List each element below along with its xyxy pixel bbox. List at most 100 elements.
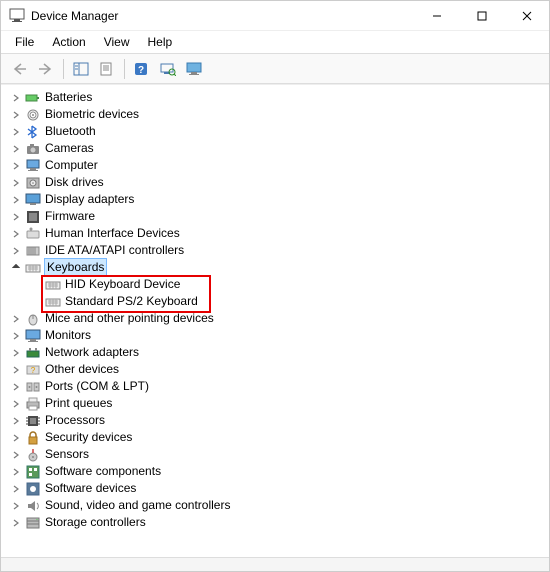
tree-item-storage[interactable]: Storage controllers	[9, 514, 549, 531]
chevron-right-icon[interactable]	[11, 314, 21, 324]
chevron-right-icon[interactable]	[11, 518, 21, 528]
tree-item-display[interactable]: Display adapters	[9, 191, 549, 208]
monitor-icon	[25, 328, 41, 344]
tree-item-label: Keyboards	[45, 259, 106, 276]
tree-item-firmware[interactable]: Firmware	[9, 208, 549, 225]
disk-icon	[25, 175, 41, 191]
chevron-right-icon[interactable]	[11, 382, 21, 392]
help-button[interactable]: ?	[131, 58, 153, 80]
window-title: Device Manager	[31, 9, 414, 23]
tree-item-camera[interactable]: Cameras	[9, 140, 549, 157]
chevron-right-icon[interactable]	[11, 246, 21, 256]
tree-item-keyboard[interactable]: Keyboards	[9, 259, 549, 276]
tree-item-bluetooth[interactable]: Bluetooth	[9, 123, 549, 140]
tree-item-ports[interactable]: Ports (COM & LPT)	[9, 378, 549, 395]
tree-item-fingerprint[interactable]: Biometric devices	[9, 106, 549, 123]
software-icon	[25, 464, 41, 480]
software-dev-icon	[25, 481, 41, 497]
window-titlebar: Device Manager	[1, 1, 549, 31]
close-button[interactable]	[504, 1, 549, 30]
chevron-right-icon[interactable]	[11, 365, 21, 375]
chevron-right-icon[interactable]	[11, 433, 21, 443]
display-icon	[25, 192, 41, 208]
mouse-icon	[25, 311, 41, 327]
tree-item-processor[interactable]: Processors	[9, 412, 549, 429]
chevron-right-icon[interactable]	[11, 467, 21, 477]
chevron-right-icon[interactable]	[11, 195, 21, 205]
tree-item-battery[interactable]: Batteries	[9, 89, 549, 106]
computer-icon	[25, 158, 41, 174]
ide-icon	[25, 243, 41, 259]
tree-item-network[interactable]: Network adapters	[9, 344, 549, 361]
menubar: File Action View Help	[1, 31, 549, 54]
tree-item-label: Print queues	[45, 395, 112, 412]
tree-child-item[interactable]: Standard PS/2 Keyboard	[29, 293, 549, 310]
tree-item-ide[interactable]: IDE ATA/ATAPI controllers	[9, 242, 549, 259]
back-button[interactable]	[9, 58, 31, 80]
other-icon: ?	[25, 362, 41, 378]
minimize-button[interactable]	[414, 1, 459, 30]
tree-child-item[interactable]: HID Keyboard Device	[29, 276, 549, 293]
chevron-right-icon[interactable]	[11, 501, 21, 511]
chevron-down-icon[interactable]	[11, 263, 21, 273]
chevron-right-icon[interactable]	[11, 110, 21, 120]
menu-action[interactable]: Action	[44, 33, 93, 51]
chevron-right-icon[interactable]	[11, 212, 21, 222]
tree-item-software[interactable]: Software components	[9, 463, 549, 480]
tree-item-other[interactable]: ?Other devices	[9, 361, 549, 378]
scan-hardware-button[interactable]	[157, 58, 179, 80]
tree-item-security[interactable]: Security devices	[9, 429, 549, 446]
tree-item-label: Sound, video and game controllers	[45, 497, 230, 514]
tree-item-hid[interactable]: Human Interface Devices	[9, 225, 549, 242]
chevron-right-icon[interactable]	[11, 484, 21, 494]
chevron-right-icon[interactable]	[11, 399, 21, 409]
ports-icon	[25, 379, 41, 395]
fingerprint-icon	[25, 107, 41, 123]
battery-icon	[25, 90, 41, 106]
device-tree-panel[interactable]: BatteriesBiometric devicesBluetoothCamer…	[1, 84, 549, 557]
chevron-right-icon[interactable]	[11, 127, 21, 137]
menu-view[interactable]: View	[96, 33, 138, 51]
printer-icon	[25, 396, 41, 412]
properties-button[interactable]	[96, 58, 118, 80]
chevron-right-icon[interactable]	[11, 229, 21, 239]
menu-help[interactable]: Help	[140, 33, 181, 51]
tree-item-label: HID Keyboard Device	[65, 276, 180, 293]
tree-item-mouse[interactable]: Mice and other pointing devices	[9, 310, 549, 327]
tree-item-label: Biometric devices	[45, 106, 139, 123]
tree-item-label: Standard PS/2 Keyboard	[65, 293, 198, 310]
network-icon	[25, 345, 41, 361]
forward-button[interactable]	[35, 58, 57, 80]
chevron-right-icon[interactable]	[11, 450, 21, 460]
chevron-right-icon[interactable]	[11, 144, 21, 154]
storage-icon	[25, 515, 41, 531]
chevron-right-icon[interactable]	[11, 161, 21, 171]
tree-item-disk[interactable]: Disk drives	[9, 174, 549, 191]
hid-icon	[25, 226, 41, 242]
tree-item-label: Human Interface Devices	[45, 225, 180, 242]
tree-item-label: Disk drives	[45, 174, 104, 191]
tree-item-software-dev[interactable]: Software devices	[9, 480, 549, 497]
app-icon	[9, 8, 25, 24]
tree-item-sensor[interactable]: Sensors	[9, 446, 549, 463]
tree-item-label: Display adapters	[45, 191, 134, 208]
maximize-button[interactable]	[459, 1, 504, 30]
firmware-icon	[25, 209, 41, 225]
tree-item-sound[interactable]: Sound, video and game controllers	[9, 497, 549, 514]
tree-item-computer[interactable]: Computer	[9, 157, 549, 174]
sensor-icon	[25, 447, 41, 463]
tree-item-printer[interactable]: Print queues	[9, 395, 549, 412]
tree-item-monitor[interactable]: Monitors	[9, 327, 549, 344]
tree-item-label: Network adapters	[45, 344, 139, 361]
chevron-right-icon[interactable]	[11, 348, 21, 358]
chevron-right-icon[interactable]	[11, 93, 21, 103]
svg-text:?: ?	[138, 65, 144, 76]
tree-item-label: Software components	[45, 463, 161, 480]
menu-file[interactable]: File	[7, 33, 42, 51]
chevron-right-icon[interactable]	[11, 178, 21, 188]
show-hide-tree-button[interactable]	[70, 58, 92, 80]
monitor-button[interactable]	[183, 58, 205, 80]
chevron-right-icon[interactable]	[11, 416, 21, 426]
chevron-right-icon[interactable]	[11, 331, 21, 341]
toolbar-separator	[63, 59, 64, 79]
